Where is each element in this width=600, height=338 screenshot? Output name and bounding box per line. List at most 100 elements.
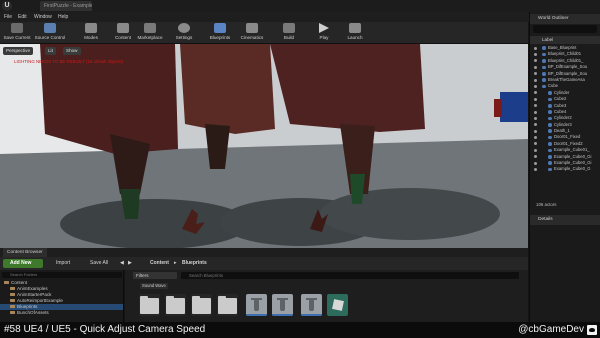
folder-tile[interactable] <box>139 294 160 316</box>
content-browser-tab[interactable]: Content Browser <box>3 248 47 257</box>
folder-tree-item-label: Blueprints <box>17 304 38 309</box>
actor-type-icon <box>548 123 552 127</box>
folder-tile[interactable] <box>165 294 186 316</box>
actor-type-icon <box>542 71 546 76</box>
history-back-icon[interactable]: ◀ <box>120 259 124 268</box>
asset-search-input[interactable]: Search Blueprints <box>181 272 519 279</box>
visibility-eye-icon[interactable] <box>534 78 537 82</box>
visibility-eye-icon[interactable] <box>534 129 537 133</box>
main-toolbar: Save Current Source Control Modes Conten… <box>0 22 528 44</box>
folder-tree-item-label: AnimStarterPack <box>17 292 52 297</box>
breadcrumb-content[interactable]: Content <box>150 259 169 268</box>
breadcrumb-blueprints[interactable]: Blueprints <box>182 259 207 268</box>
save-all-button[interactable]: Save All <box>90 259 108 268</box>
visibility-eye-icon[interactable] <box>534 123 537 127</box>
visibility-eye-icon[interactable] <box>534 97 537 101</box>
outliner-search-input[interactable] <box>533 25 597 33</box>
outliner-label-header[interactable]: Label <box>530 36 600 44</box>
visibility-eye-icon[interactable] <box>534 46 537 50</box>
lighting-warning: LIGHTING NEEDS TO BE REBUILT (10 unbuilt… <box>14 59 123 64</box>
actor-type-icon <box>542 78 546 82</box>
perspective-button[interactable]: Perspective <box>3 47 34 55</box>
visibility-eye-icon[interactable] <box>534 110 537 114</box>
visibility-eye-icon[interactable] <box>534 148 537 152</box>
folder-tree-item-label: BunchOfAssets <box>17 310 49 315</box>
asset-view: Filters Search Blueprints Sound Wave <box>125 270 528 322</box>
actor-type-icon <box>548 110 552 114</box>
world-outliner-tab[interactable]: World Outliner <box>530 14 600 24</box>
blueprint-asset-tile[interactable] <box>246 294 267 316</box>
document-tab[interactable]: FirstPuzzle - ExampleMap <box>40 1 92 11</box>
visibility-eye-icon[interactable] <box>534 142 537 146</box>
visibility-eye-icon[interactable] <box>534 136 537 140</box>
outliner-row-label: Example_Cube0_G <box>554 166 591 172</box>
blueprints-button[interactable]: Blueprints <box>206 23 234 43</box>
video-title: #58 UE4 / UE5 - Quick Adjust Camera Spee… <box>4 324 206 335</box>
menu-file[interactable]: File <box>4 12 12 22</box>
folder-tree-item-label: AnimExamples <box>17 286 48 291</box>
visibility-eye-icon[interactable] <box>534 91 537 95</box>
outliner-list: Base_Blueprint Blueprint_Child01 Blueprint… <box>530 45 600 199</box>
folder-tree: Search Folders Content AnimExamples AnimSt… <box>0 270 124 322</box>
visibility-eye-icon[interactable] <box>534 72 537 76</box>
content-browser-tab-bar: Content Browser <box>0 248 528 257</box>
folder-icon <box>10 292 15 297</box>
actor-type-icon <box>548 135 552 140</box>
build-button[interactable]: Build <box>278 23 300 43</box>
visibility-eye-icon[interactable] <box>534 59 537 63</box>
modes-button[interactable]: Modes <box>80 23 102 43</box>
actor-type-icon <box>542 65 546 70</box>
cinematics-button[interactable]: Cinematics <box>238 23 266 43</box>
content-browser-toolbar: Add New Import Save All ◀ ▶ Content ▸ Bl… <box>0 257 528 270</box>
sound-wave-filter-chip[interactable]: Sound Wave <box>140 283 168 289</box>
marketplace-icon <box>144 23 156 33</box>
visibility-eye-icon[interactable] <box>534 104 537 108</box>
folder-tree-item[interactable]: BunchOfAssets <box>0 310 123 316</box>
actor-type-icon <box>548 116 552 121</box>
visibility-eye-icon[interactable] <box>534 155 537 159</box>
save-current-button[interactable]: Save Current <box>3 23 31 43</box>
blueprint-asset-tile[interactable] <box>327 294 348 316</box>
folder-tile[interactable] <box>191 294 212 316</box>
menu-window[interactable]: Window <box>34 12 52 22</box>
actor-type-icon <box>548 129 552 134</box>
filters-button[interactable]: Filters <box>133 272 177 279</box>
unreal-logo-icon: U <box>2 1 12 11</box>
play-button[interactable]: Play <box>313 23 335 43</box>
blueprint-asset-tile[interactable] <box>301 294 322 316</box>
visibility-eye-icon[interactable] <box>534 65 537 69</box>
visibility-eye-icon[interactable] <box>534 116 537 120</box>
visibility-eye-icon[interactable] <box>534 84 537 88</box>
play-icon <box>319 23 329 33</box>
marketplace-button[interactable]: Marketplace <box>135 23 165 43</box>
blueprints-icon <box>214 23 226 33</box>
visibility-eye-icon[interactable] <box>534 52 537 56</box>
blueprint-asset-tile[interactable] <box>272 294 293 316</box>
visibility-eye-icon[interactable] <box>534 161 537 165</box>
level-viewport[interactable]: Perspective Lit Show LIGHTING NEEDS TO B… <box>0 44 528 248</box>
outliner-row[interactable]: Example_Cube0_G <box>530 166 600 172</box>
settings-button[interactable]: Settings <box>172 23 196 43</box>
actor-type-icon <box>548 161 552 166</box>
settings-gear-icon <box>178 23 190 33</box>
details-tab[interactable]: Details <box>530 215 600 225</box>
actor-type-icon <box>542 52 546 57</box>
folder-search-input[interactable]: Search Folders <box>2 272 122 278</box>
menu-edit[interactable]: Edit <box>18 12 27 22</box>
twitter-bird-icon <box>587 325 597 335</box>
folder-icon <box>10 304 15 309</box>
cinematics-icon <box>246 23 258 33</box>
history-forward-icon[interactable]: ▶ <box>128 259 132 268</box>
folder-tile[interactable] <box>217 294 238 316</box>
add-new-button[interactable]: Add New <box>3 259 43 268</box>
import-button[interactable]: Import <box>56 259 70 268</box>
menu-help[interactable]: Help <box>58 12 68 22</box>
visibility-eye-icon[interactable] <box>534 168 537 172</box>
folder-tree-item-label: Content <box>11 280 28 285</box>
show-button[interactable]: Show <box>63 47 81 55</box>
content-button[interactable]: Content <box>112 23 134 43</box>
actor-type-icon <box>548 97 552 102</box>
source-control-button[interactable]: Source Control <box>33 23 67 43</box>
launch-button[interactable]: Launch <box>343 23 367 43</box>
lit-button[interactable]: Lit <box>45 47 56 55</box>
